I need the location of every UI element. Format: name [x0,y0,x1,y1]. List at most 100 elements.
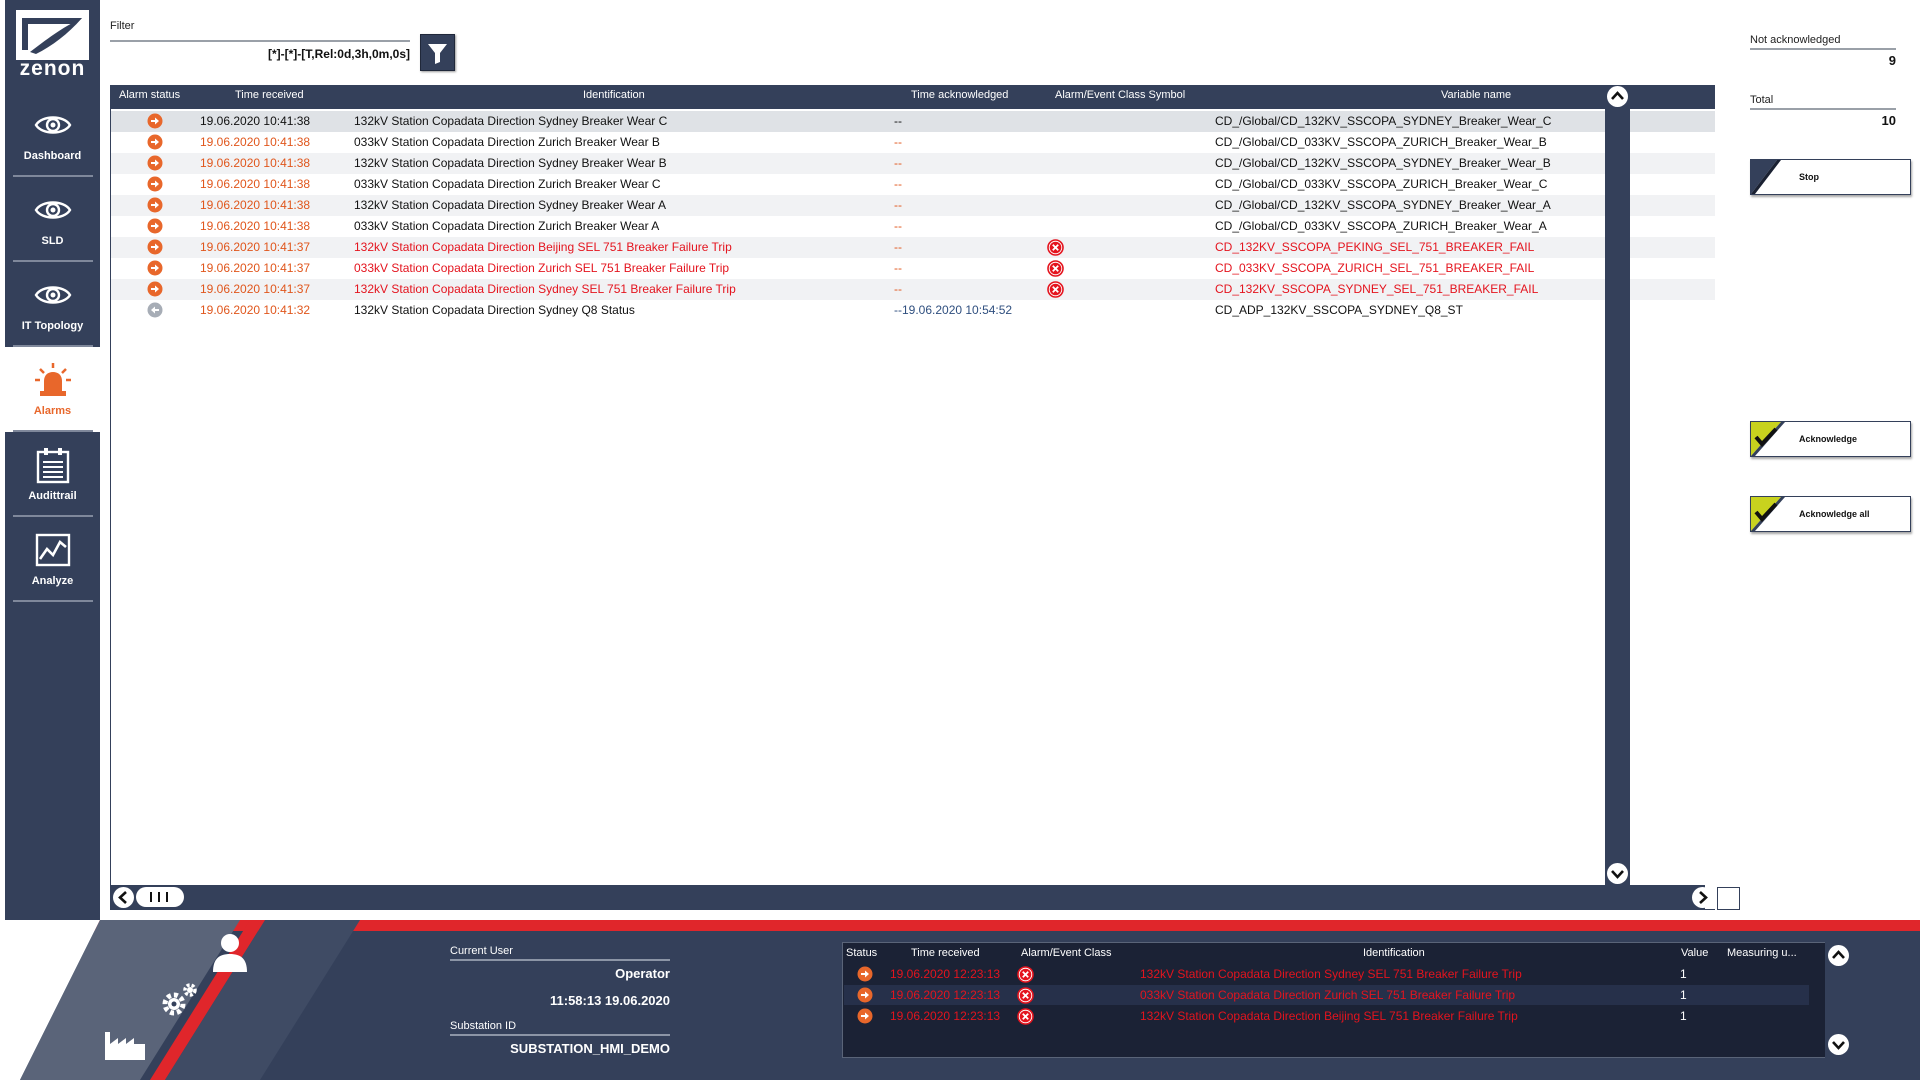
table-row[interactable]: 19.06.2020 10:41:38 033kV Station Copadat… [111,174,1715,195]
active-alarms-scrollbar[interactable] [1825,942,1851,1058]
clipboard-icon [36,448,70,484]
col-time-acknowledged[interactable]: Time acknowledged [911,89,1008,101]
nav-dashboard[interactable]: Dashboard [5,92,100,177]
eye-icon [34,286,72,304]
error-x-icon [1047,260,1064,277]
variable-name: CD_/Global/CD_132KV_SSCOPA_SYDNEY_Breake… [1215,198,1551,212]
identification: 132kV Station Copadata Direction Sydney … [354,303,635,317]
table-row[interactable]: 19.06.2020 10:41:37 033kV Station Copadat… [111,258,1715,279]
scroll-down-icon[interactable] [1606,862,1629,885]
time-acknowledged: -- [894,156,902,170]
settings-gears-icon[interactable] [158,980,200,1022]
table-row[interactable]: 19.06.2020 10:41:38 132kV Station Copadat… [111,153,1715,174]
time-received: 19.06.2020 10:41:38 [200,219,311,233]
col-time-received[interactable]: Time received [911,947,980,959]
filter-value[interactable]: [*]-[*]-[T,Rel:0d,3h,0m,0s] [110,40,410,64]
alarm-arrow-icon [147,176,163,192]
table-row[interactable]: 19.06.2020 10:41:38 132kV Station Copadat… [111,195,1715,216]
col-identification[interactable]: Identification [1363,947,1425,959]
identification: 033kV Station Copadata Direction Zurich … [354,135,660,149]
variable-name: CD_/Global/CD_132KV_SSCOPA_SYDNEY_Breake… [1215,156,1551,170]
time-acknowledged: --19.06.2020 10:54:52 [894,303,1013,317]
filter-label: Filter [110,20,135,32]
nav-dashboard-label: Dashboard [23,150,82,162]
eye-icon [34,116,72,134]
identification: 033kV Station Copadata Direction Zurich … [1140,988,1516,1002]
current-user-value: Operator [615,966,670,981]
stop-button[interactable]: Stop [1750,159,1911,195]
identification: 132kV Station Copadata Direction Sydney … [354,114,668,128]
error-x-icon [1017,1008,1034,1025]
time-received: 19.06.2020 10:41:38 [200,156,311,170]
alarm-arrow-icon [857,1008,873,1024]
list-item[interactable]: 19.06.2020 12:23:13 033kV Station Copadat… [844,985,1809,1005]
nav-analyze-label: Analyze [31,575,74,587]
identification: 033kV Station Copadata Direction Zurich … [354,219,660,233]
col-class-symbol[interactable]: Alarm/Event Class Symbol [1055,89,1185,101]
table-row[interactable]: 19.06.2020 10:41:38 033kV Station Copadat… [111,132,1715,153]
time-received: 19.06.2020 12:23:13 [890,988,1001,1002]
alarm-arrow-icon [147,239,163,255]
nav-it-topology[interactable]: IT Topology [5,262,100,347]
alarm-arrow-icon [147,134,163,150]
time-received: 19.06.2020 10:41:37 [200,261,311,275]
table-row[interactable]: 19.06.2020 10:41:38 033kV Station Copadat… [111,216,1715,237]
col-alarm-status[interactable]: Alarm status [119,89,180,101]
alarm-vertical-scrollbar[interactable] [1605,85,1630,910]
nav-sld-label: SLD [41,235,64,247]
current-datetime: 11:58:13 19.06.2020 [550,993,670,1008]
zenon-logo: zenon [5,0,100,92]
scroll-up-icon[interactable] [1606,85,1629,108]
stop-corner-icon [1751,160,1781,194]
identification: 033kV Station Copadata Direction Zurich … [354,261,730,275]
scroll-left-icon[interactable] [112,886,135,909]
substation-id-value: SUBSTATION_HMI_DEMO [510,1041,670,1056]
alarm-arrow-icon [857,987,873,1003]
variable-name: CD_/Global/CD_033KV_SSCOPA_ZURICH_Breake… [1215,219,1547,233]
col-identification[interactable]: Identification [583,89,645,101]
col-value[interactable]: Value [1681,947,1708,959]
acknowledge-button-label: Acknowledge [1799,434,1858,444]
factory-icon[interactable] [103,1028,147,1062]
time-acknowledged: -- [894,261,902,275]
scroll-thumb[interactable] [136,887,184,907]
col-alarm-event-class[interactable]: Alarm/Event Class [1021,947,1111,959]
list-item[interactable]: 19.06.2020 12:23:13 132kV Station Copadat… [844,1006,1809,1026]
alarm-arrow-icon [857,966,873,982]
col-status[interactable]: Status [846,947,877,959]
table-row[interactable]: 19.06.2020 10:41:37 132kV Station Copadat… [111,279,1715,300]
nav-audittrail[interactable]: Audittrail [5,432,100,517]
time-acknowledged: -- [894,114,902,128]
alarm-list: Alarm status Time received Identificatio… [110,85,1715,910]
col-time-received[interactable]: Time received [235,89,304,101]
nav-it-topology-label: IT Topology [21,320,84,332]
filter-button[interactable] [420,34,455,71]
scroll-down-icon[interactable] [1827,1033,1850,1056]
acknowledge-all-button[interactable]: Acknowledge all [1750,496,1911,532]
check-icon [1751,422,1785,456]
nav-analyze[interactable]: Analyze [5,517,100,602]
scroll-up-icon[interactable] [1827,944,1850,967]
acknowledge-button[interactable]: Acknowledge [1750,421,1911,457]
table-row[interactable]: 19.06.2020 10:41:32 132kV Station Copadat… [111,300,1715,321]
table-row[interactable]: 19.06.2020 10:41:37 132kV Station Copadat… [111,237,1715,258]
nav-alarms[interactable]: Alarms [5,347,100,432]
not-acknowledged-value: 9 [1888,53,1896,68]
time-received: 19.06.2020 10:41:37 [200,240,311,254]
error-x-icon [1047,239,1064,256]
user-icon[interactable] [210,932,250,974]
col-variable-name[interactable]: Variable name [1441,89,1511,101]
identification: 132kV Station Copadata Direction Sydney … [354,282,736,296]
siren-icon [35,363,71,396]
variable-name: CD_132KV_SSCOPA_SYDNEY_SEL_751_BREAKER_F… [1215,282,1539,296]
scroll-corner [1717,887,1740,910]
time-acknowledged: -- [894,177,902,191]
col-measuring-unit[interactable]: Measuring u... [1727,947,1797,959]
alarm-horizontal-scrollbar[interactable] [110,885,1713,910]
alarm-arrow-icon [147,281,163,297]
scroll-right-icon[interactable] [1691,886,1714,909]
table-row[interactable]: 19.06.2020 10:41:38 132kV Station Copadat… [111,111,1715,132]
nav-sld[interactable]: SLD [5,177,100,262]
list-item[interactable]: 19.06.2020 12:23:13 132kV Station Copadat… [844,964,1809,984]
substation-id-label: Substation ID [450,1020,517,1032]
